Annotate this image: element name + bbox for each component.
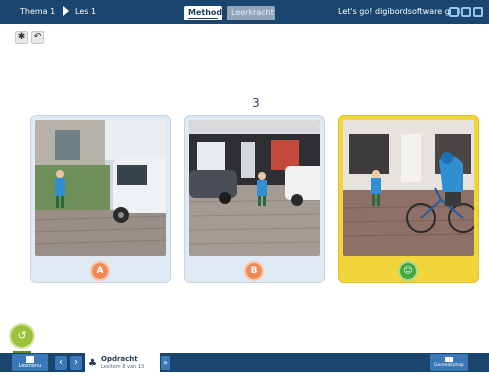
top-bar: Thema 1 Les 1 Methode Leerkracht Let's g… [0,0,489,24]
assignment-progress: Lesitem 8 van 13 [101,364,145,370]
assignment-panel: ♣ Opdracht Lesitem 8 van 13 [85,353,160,372]
restore-icon[interactable] [461,7,471,17]
next-button[interactable]: › [70,356,82,370]
previous-button[interactable]: ‹ [55,356,67,370]
expand-panel-button[interactable]: » [161,356,170,370]
app-title: Let's go! digibordsoftware gr 4 [338,7,461,16]
breadcrumb-theme[interactable]: Thema 1 [20,0,55,24]
tab-methode[interactable]: Methode [184,6,228,20]
answer-badge-a: A [92,263,108,279]
street-photo-a [35,120,166,256]
undo-icon[interactable]: ↶ [31,31,44,44]
tab-leerkracht[interactable]: Leerkracht [227,6,275,20]
question-number: 3 [252,96,260,110]
replay-audio-button[interactable]: ↺ [11,325,33,347]
smiley-icon: ☺ [400,263,416,279]
answer-card-b[interactable]: B [184,115,325,283]
gear-icon[interactable]: ✱ [15,31,28,44]
answer-badge-b: B [246,263,262,279]
chevron-right-icon [63,6,69,16]
breadcrumb-lesson[interactable]: Les 1 [75,0,96,24]
answer-card-a[interactable]: A [30,115,171,283]
answer-card-c[interactable]: ☺ [338,115,479,283]
street-photo-c [343,120,474,256]
minimize-icon[interactable] [449,7,459,17]
assignment-title: Opdracht [101,355,138,363]
help-icon[interactable] [473,7,483,17]
lesmenu-button[interactable]: Lesmenu [12,354,48,371]
toolbox-button[interactable]: Gereedschap [430,354,468,371]
people-icon: ♣ [88,358,97,369]
street-photo-b [189,120,320,256]
